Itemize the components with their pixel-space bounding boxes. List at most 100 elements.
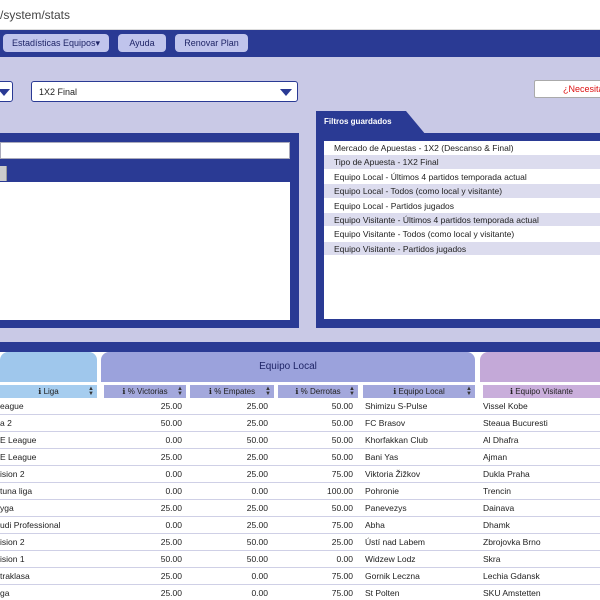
saved-filter-item[interactable]: Equipo Local - Partidos jugados xyxy=(324,198,600,213)
filter-selects-row: 1X2 Final ¿Necesitas xyxy=(0,57,600,107)
cell-liga: yga xyxy=(0,503,14,513)
cell-derrotas: 0.00 xyxy=(336,554,353,564)
cell-equipo-local: Ústí nad Labem xyxy=(365,537,426,547)
results-table: Equipo Local ℹ Liga ▲ ▼ ℹ % Victorias ▲ ▼ … xyxy=(0,342,600,600)
renew-plan-button[interactable]: Renovar Plan xyxy=(175,34,248,52)
column-header-empates[interactable]: ℹ % Empates ▲ ▼ xyxy=(190,385,274,398)
column-header-label: % Empates xyxy=(214,387,256,396)
address-bar[interactable]: /system/stats xyxy=(0,0,600,30)
cell-derrotas: 50.00 xyxy=(331,401,353,411)
cell-derrotas: 50.00 xyxy=(331,503,353,513)
cell-victorias: 0.00 xyxy=(165,486,182,496)
table-row[interactable]: ga 25.00 0.00 75.00 St Polten SKU Amstetten xyxy=(0,585,600,600)
cell-equipo-local: Pohronie xyxy=(365,486,400,496)
column-header-label: Equipo Visitante xyxy=(515,387,573,396)
table-row[interactable]: udi Professional 0.00 25.00 75.00 Abha Dhamk xyxy=(0,517,600,534)
chevron-down-icon xyxy=(0,89,10,96)
column-header-equipo-local[interactable]: ℹ Equipo Local ▲ ▼ xyxy=(363,385,475,398)
cell-victorias: 25.00 xyxy=(160,588,182,598)
cell-liga: udi Professional xyxy=(0,520,61,530)
cell-derrotas: 100.00 xyxy=(327,486,353,496)
sort-icon: ▲ ▼ xyxy=(88,386,94,397)
sort-icon: ▲ ▼ xyxy=(349,386,355,397)
team-stats-menu-button[interactable]: Estadísticas Equipos▾ xyxy=(3,34,109,52)
need-help-button[interactable]: ¿Necesitas xyxy=(534,80,600,98)
saved-filter-item[interactable]: Equipo Local - Todos (como local y visit… xyxy=(324,184,600,199)
cell-derrotas: 50.00 xyxy=(331,435,353,445)
url-text: /system/stats xyxy=(0,8,71,22)
cell-empates: 25.00 xyxy=(246,520,268,530)
cell-derrotas: 75.00 xyxy=(331,571,353,581)
cell-equipo-local: Khorfakkan Club xyxy=(365,435,428,445)
first-select[interactable] xyxy=(0,81,13,102)
saved-filter-item[interactable]: Equipo Visitante - Todos (como local y v… xyxy=(324,227,600,242)
cell-liga: tuna liga xyxy=(0,486,33,496)
left-panel-tab[interactable] xyxy=(0,166,7,181)
left-panel-tabbar xyxy=(7,166,290,181)
table-row[interactable]: ision 2 25.00 50.00 25.00 Ústí nad Labem Zbro… xyxy=(0,534,600,551)
market-select-value: 1X2 Final xyxy=(39,87,78,97)
cell-liga: E League xyxy=(0,452,37,462)
cell-victorias: 25.00 xyxy=(160,452,182,462)
group-header-visitor xyxy=(480,352,600,382)
cell-equipo-visitante: Lechia Gdansk xyxy=(483,571,540,581)
column-header-liga[interactable]: ℹ Liga ▲ ▼ xyxy=(0,385,97,398)
cell-empates: 0.00 xyxy=(251,486,268,496)
column-header-equipo-visitante[interactable]: ℹ Equipo Visitante xyxy=(483,385,600,398)
saved-filter-item[interactable]: Tipo de Apuesta - 1X2 Final xyxy=(324,155,600,170)
column-header-victorias[interactable]: ℹ % Victorias ▲ ▼ xyxy=(104,385,186,398)
info-icon: ℹ xyxy=(510,387,514,396)
cell-empates: 25.00 xyxy=(246,503,268,513)
cell-equipo-visitante: Skra xyxy=(483,554,501,564)
cell-equipo-visitante: Dainava xyxy=(483,503,515,513)
cell-victorias: 25.00 xyxy=(160,571,182,581)
cell-equipo-visitante: Vissel Kobe xyxy=(483,401,528,411)
column-header-label: Liga xyxy=(43,387,59,396)
saved-filter-item[interactable]: Equipo Visitante - Partidos jugados xyxy=(324,241,600,257)
cell-equipo-visitante: Dukla Praha xyxy=(483,469,530,479)
column-header-label: % Derrotas xyxy=(300,387,341,396)
column-header-label: % Victorias xyxy=(127,387,168,396)
cell-derrotas: 75.00 xyxy=(331,588,353,598)
left-filter-input[interactable] xyxy=(0,142,290,159)
cell-liga: ision 1 xyxy=(0,554,25,564)
saved-filters-panel: Mercado de Apuestas - 1X2 (Descanso & Fi… xyxy=(316,133,600,328)
market-select[interactable]: 1X2 Final xyxy=(31,81,298,102)
table-row[interactable]: ision 2 0.00 25.00 75.00 Viktoria Žižkov Dukl… xyxy=(0,466,600,483)
table-row[interactable]: E League 25.00 25.00 50.00 Bani Yas Ajman xyxy=(0,449,600,466)
table-row[interactable]: a 2 50.00 25.00 50.00 FC Brasov Steaua Bucure… xyxy=(0,415,600,432)
cell-derrotas: 50.00 xyxy=(331,452,353,462)
sort-icon: ▲ ▼ xyxy=(466,386,472,397)
cell-equipo-local: Viktoria Žižkov xyxy=(365,469,421,479)
cell-liga: E League xyxy=(0,435,37,445)
cell-equipo-visitante: Dhamk xyxy=(483,520,510,530)
sort-icon: ▲ ▼ xyxy=(265,386,271,397)
table-row[interactable]: tuna liga 0.00 0.00 100.00 Pohronie Trencin xyxy=(0,483,600,500)
cell-victorias: 0.00 xyxy=(165,435,182,445)
cell-victorias: 50.00 xyxy=(160,418,182,428)
cell-equipo-local: Shimizu S-Pulse xyxy=(365,401,428,411)
group-header-left xyxy=(0,352,97,382)
table-row[interactable]: E League 0.00 50.00 50.00 Khorfakkan Club Al … xyxy=(0,432,600,449)
cell-equipo-visitante: Ajman xyxy=(483,452,508,462)
cell-victorias: 50.00 xyxy=(160,554,182,564)
info-icon: ℹ xyxy=(38,387,42,396)
column-header-derrotas[interactable]: ℹ % Derrotas ▲ ▼ xyxy=(278,385,358,398)
saved-filter-item[interactable]: Equipo Local - Últimos 4 partidos tempor… xyxy=(324,169,600,185)
left-filter-panel xyxy=(0,133,299,328)
cell-empates: 25.00 xyxy=(246,469,268,479)
cell-liga: a 2 xyxy=(0,418,12,428)
cell-equipo-local: FC Brasov xyxy=(365,418,406,428)
cell-derrotas: 25.00 xyxy=(331,537,353,547)
saved-filter-item[interactable]: Mercado de Apuestas - 1X2 (Descanso & Fi… xyxy=(324,141,600,156)
saved-filters-title: Filtros guardados xyxy=(324,117,392,126)
saved-filter-item[interactable]: Equipo Visitante - Últimos 4 partidos te… xyxy=(324,212,600,228)
table-row[interactable]: yga 25.00 25.00 50.00 Panevezys Dainava xyxy=(0,500,600,517)
cell-equipo-visitante: Zbrojovka Brno xyxy=(483,537,541,547)
table-row[interactable]: eague 25.00 25.00 50.00 Shimizu S-Pulse Visse… xyxy=(0,398,600,415)
table-row[interactable]: ision 1 50.00 50.00 0.00 Widzew Lodz Skra xyxy=(0,551,600,568)
left-filter-list[interactable] xyxy=(0,182,290,320)
table-row[interactable]: traklasa 25.00 0.00 75.00 Gornik Leczna Lechi… xyxy=(0,568,600,585)
help-nav-button[interactable]: Ayuda xyxy=(118,34,166,52)
cell-equipo-local: Bani Yas xyxy=(365,452,399,462)
